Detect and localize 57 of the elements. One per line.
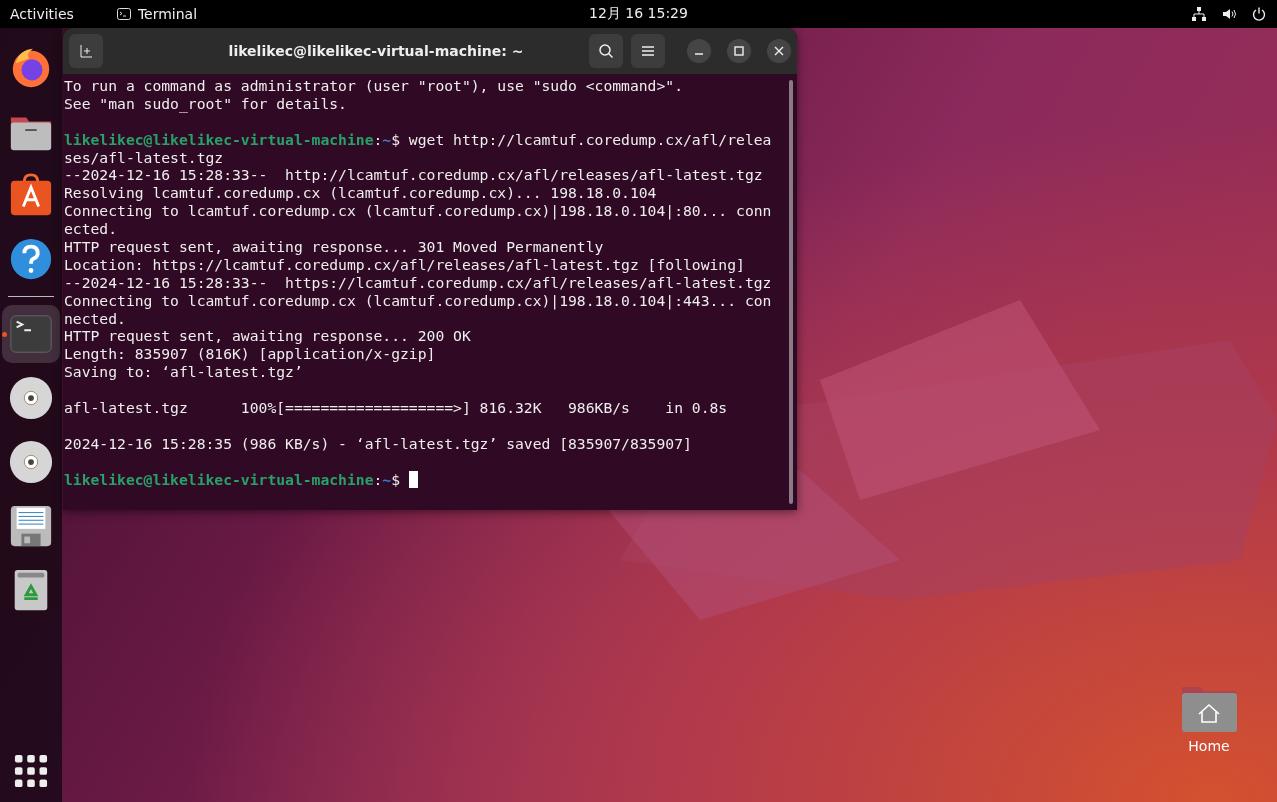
maximize-icon (734, 46, 744, 56)
prompt-path: ~ (382, 470, 392, 488)
menu-icon (640, 43, 656, 59)
minimize-button[interactable] (687, 39, 711, 63)
terminal-line: Saving to: ‘afl-latest.tgz’ (64, 363, 304, 382)
terminal-line: Resolving lcamtuf.coredump.cx (lcamtuf.coredump.cx)... 198.18.0.104 (64, 184, 658, 203)
volume-icon[interactable] (1221, 6, 1237, 22)
prompt-colon: : (373, 130, 383, 148)
terminal-line: Length: 835907 (816K) [application/x-gzip] (64, 345, 437, 364)
activities-button[interactable]: Activities (10, 6, 74, 22)
terminal-icon (115, 6, 132, 22)
prompt-path: ~ (382, 130, 392, 148)
prompt-symbol: $ (391, 470, 401, 488)
new-tab-icon (78, 43, 94, 59)
minimize-icon (694, 53, 704, 55)
prompt-user: likelikec@likelikec-virtual-machine (64, 130, 374, 148)
terminal-line: afl-latest.tgz 100%[===================>] 816.32K 986KB/s in 0.8s (64, 399, 729, 417)
app-grid-icon[interactable] (14, 754, 48, 788)
terminal-line: Connecting to lcamtuf.coredump.cx (lcamtuf.coredump.cx)|198.18.0.104|:80... conn (64, 202, 773, 221)
terminal-line: HTTP request sent, awaiting response... 200 OK (64, 327, 472, 346)
help-icon (8, 236, 54, 282)
close-icon (774, 46, 784, 56)
scrollbar[interactable] (789, 80, 793, 504)
prompt-colon: : (373, 470, 383, 488)
terminal-line: ses/afl-latest.tgz (64, 148, 225, 167)
home-folder-icon (1181, 684, 1237, 732)
desktop-icon[interactable]: Home (1181, 684, 1237, 754)
shopping-bag-icon (8, 172, 54, 218)
new-tab-button[interactable] (69, 34, 103, 68)
prompt-user: likelikec@likelikec-virtual-machine (64, 470, 374, 488)
terminal-line: See "man sudo_root" for details. (64, 94, 348, 113)
close-button[interactable] (767, 39, 791, 63)
terminal-line: nected. (64, 309, 127, 328)
terminal-line: Connecting to lcamtuf.coredump.cx (lcamtuf.coredump.cx)|198.18.0.104|:443... con (64, 291, 773, 310)
prompt-symbol: $ (391, 130, 401, 148)
window-title: likelikec@likelikec-virtual-machine: ~ (227, 43, 525, 59)
home-label: Home (1188, 738, 1230, 754)
running-indicator (2, 332, 7, 337)
disc-icon (8, 439, 54, 485)
terminal-line: 2024-12-16 15:28:35 (986 KB/s) - ‘afl-latest.tgz’ saved [835907/835907] (64, 434, 693, 453)
terminal-line: ected. (64, 220, 119, 238)
menu-button[interactable] (631, 34, 665, 68)
search-icon (598, 43, 614, 59)
app-menu[interactable]: Terminal (115, 6, 198, 22)
maximize-button[interactable] (727, 39, 751, 63)
power-icon[interactable] (1251, 6, 1267, 22)
terminal-line: HTTP request sent, awaiting response... 301 Moved Permanently (64, 238, 605, 256)
terminal-line: --2024-12-16 15:28:33-- http://lcamtuf.coredump.cx/afl/releases/afl-latest.tgz (64, 166, 764, 185)
disc-icon (8, 375, 54, 421)
terminal-line: --2024-12-16 15:28:33-- https://lcamtuf.coredump.cx/afl/releases/afl-latest.tgz (64, 273, 773, 292)
terminal-line: Location: https://lcamtuf.coredump.cx/afl/releases/afl-latest.tgz [following] (64, 255, 746, 274)
terminal-line: To run a command as administrator (user "root"), use "sudo <command>". (64, 77, 684, 95)
search-button[interactable] (589, 34, 623, 68)
app-name: Terminal (137, 6, 198, 22)
clock[interactable]: 12月 16 15:29 (589, 5, 688, 23)
network-icon[interactable] (1191, 6, 1207, 22)
command-text: wget http://lcamtuf.coredump.cx/afl/relea (408, 130, 772, 148)
